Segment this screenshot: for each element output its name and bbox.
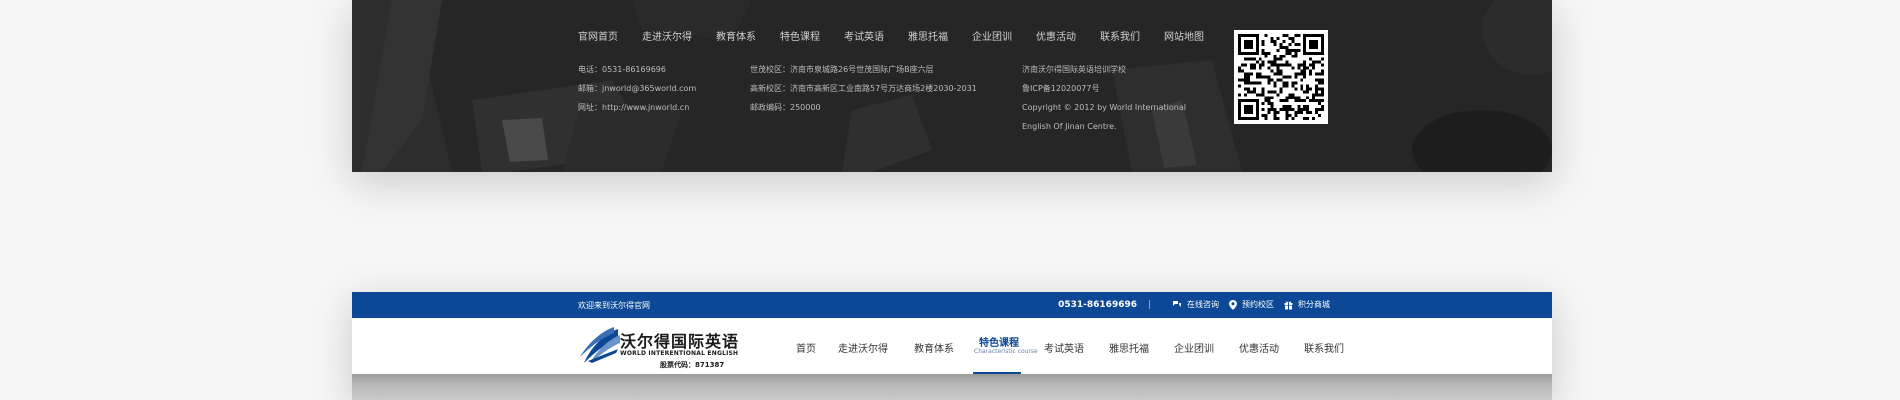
logo[interactable]: 沃尔得国际英语 WORLD INTERENTIONAL ENGLISH 股票代码…	[578, 321, 738, 371]
footer-company: 济南沃尔得国际英语培训学校 鲁ICP备12020077号 Copyright ©…	[1022, 60, 1186, 136]
footer-copyright-line1: Copyright © 2012 by World International	[1022, 103, 1186, 112]
footer-nav-contact[interactable]: 联系我们	[1100, 28, 1140, 43]
footer-nav-education[interactable]: 教育体系	[716, 28, 756, 43]
footer-nav-sitemap[interactable]: 网站地图	[1164, 28, 1204, 43]
gift-icon	[1284, 300, 1293, 309]
hero-banner	[352, 374, 1552, 400]
welcome-text: 欢迎来到沃尔得官网	[578, 301, 650, 310]
online-consult-link[interactable]: 在线咨询	[1172, 299, 1219, 310]
site-header: 欢迎来到沃尔得官网 0531-86169696 在线咨询 预约校区 积分商城 沃…	[352, 292, 1552, 400]
brand-name: 沃尔得国际英语	[620, 332, 740, 351]
site-footer: 官网首页 走进沃尔得 教育体系 特色课程 考试英语 雅思托福 企业团训 优惠活动…	[352, 0, 1552, 172]
footer-postcode: 邮政编码：250000	[750, 103, 821, 112]
location-pin-icon	[1229, 299, 1237, 310]
footer-nav-corporate[interactable]: 企业团训	[972, 28, 1012, 43]
stock-code: 股票代码：871387	[660, 361, 725, 369]
main-navbar: 沃尔得国际英语 WORLD INTERENTIONAL ENGLISH 股票代码…	[352, 318, 1552, 374]
wing-logo-icon	[580, 327, 620, 363]
footer-contact: 电话：0531-86169696 邮箱：jnworld@365world.com…	[578, 60, 696, 117]
hotline-phone: 0531-86169696	[1058, 299, 1137, 310]
menu-item-courses-en: Characteristic course	[974, 348, 1038, 355]
top-bar: 欢迎来到沃尔得官网 0531-86169696 在线咨询 预约校区 积分商城	[352, 292, 1552, 318]
footer-copyright-line2: English Of Jinan Centre.	[1022, 122, 1117, 131]
footer-email: 邮箱：jnworld@365world.com	[578, 84, 697, 93]
footer-phone: 电话：0531-86169696	[578, 65, 666, 74]
footer-campus-gaoxin: 高新校区：济南市高新区工业南路57号万达商场2楼2030-2031	[750, 84, 977, 93]
footer-nav-courses[interactable]: 特色课程	[780, 28, 820, 43]
footer-nav: 官网首页 走进沃尔得 教育体系 特色课程 考试英语 雅思托福 企业团训 优惠活动…	[578, 28, 1204, 43]
book-campus-link[interactable]: 预约校区	[1229, 299, 1274, 310]
divider	[1149, 300, 1150, 309]
footer-campus-shimao: 世茂校区：济南市泉城路26号世茂国际广场B座六层	[750, 65, 934, 74]
footer-campus: 世茂校区：济南市泉城路26号世茂国际广场B座六层 高新校区：济南市高新区工业南路…	[750, 60, 977, 117]
footer-nav-home[interactable]: 官网首页	[578, 28, 618, 43]
footer-icp[interactable]: 鲁ICP备12020077号	[1022, 79, 1186, 98]
footer-nav-ielts-toefl[interactable]: 雅思托福	[908, 28, 948, 43]
points-mall-link[interactable]: 积分商城	[1284, 299, 1330, 310]
chat-icon	[1173, 301, 1181, 307]
footer-nav-exam-english[interactable]: 考试英语	[844, 28, 884, 43]
footer-nav-about[interactable]: 走进沃尔得	[642, 28, 692, 43]
brand-subtitle: WORLD INTERENTIONAL ENGLISH	[620, 350, 739, 357]
qr-code	[1234, 30, 1328, 124]
footer-website: 网址：http://www.jnworld.cn	[578, 103, 690, 112]
footer-company-name: 济南沃尔得国际英语培训学校	[1022, 65, 1126, 74]
top-bar-links: 0531-86169696 在线咨询 预约校区 积分商城	[1058, 299, 1330, 310]
footer-nav-promotions[interactable]: 优惠活动	[1036, 28, 1076, 43]
